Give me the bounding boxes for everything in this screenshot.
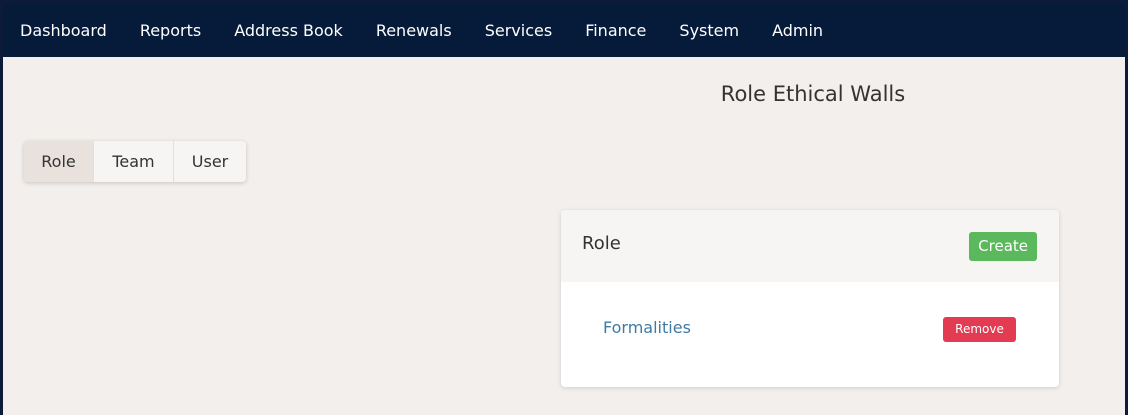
create-role-button[interactable]: Create — [969, 232, 1037, 261]
tab-role[interactable]: Role — [24, 141, 94, 182]
role-panel: Role Create Formalities Remove — [561, 210, 1059, 387]
nav-item-address-book[interactable]: Address Book — [234, 21, 343, 40]
nav-item-system[interactable]: System — [679, 21, 739, 40]
nav-item-renewals[interactable]: Renewals — [376, 21, 452, 40]
role-panel-title: Role — [582, 233, 621, 254]
nav-item-finance[interactable]: Finance — [585, 21, 646, 40]
remove-role-button[interactable]: Remove — [943, 317, 1016, 342]
tab-team[interactable]: Team — [94, 141, 174, 182]
page-title: Role Ethical Walls — [720, 82, 906, 106]
nav-item-reports[interactable]: Reports — [140, 21, 201, 40]
role-list-item: Formalities Remove — [561, 282, 1059, 387]
nav-item-admin[interactable]: Admin — [772, 21, 823, 40]
role-panel-header: Role Create — [561, 210, 1059, 282]
nav-item-services[interactable]: Services — [485, 21, 552, 40]
role-link-formalities[interactable]: Formalities — [603, 318, 691, 337]
ethical-wall-type-tabs: Role Team User — [24, 141, 246, 182]
tab-user[interactable]: User — [174, 141, 246, 182]
nav-item-dashboard[interactable]: Dashboard — [20, 21, 107, 40]
top-navigation-bar: Dashboard Reports Address Book Renewals … — [3, 0, 1125, 57]
